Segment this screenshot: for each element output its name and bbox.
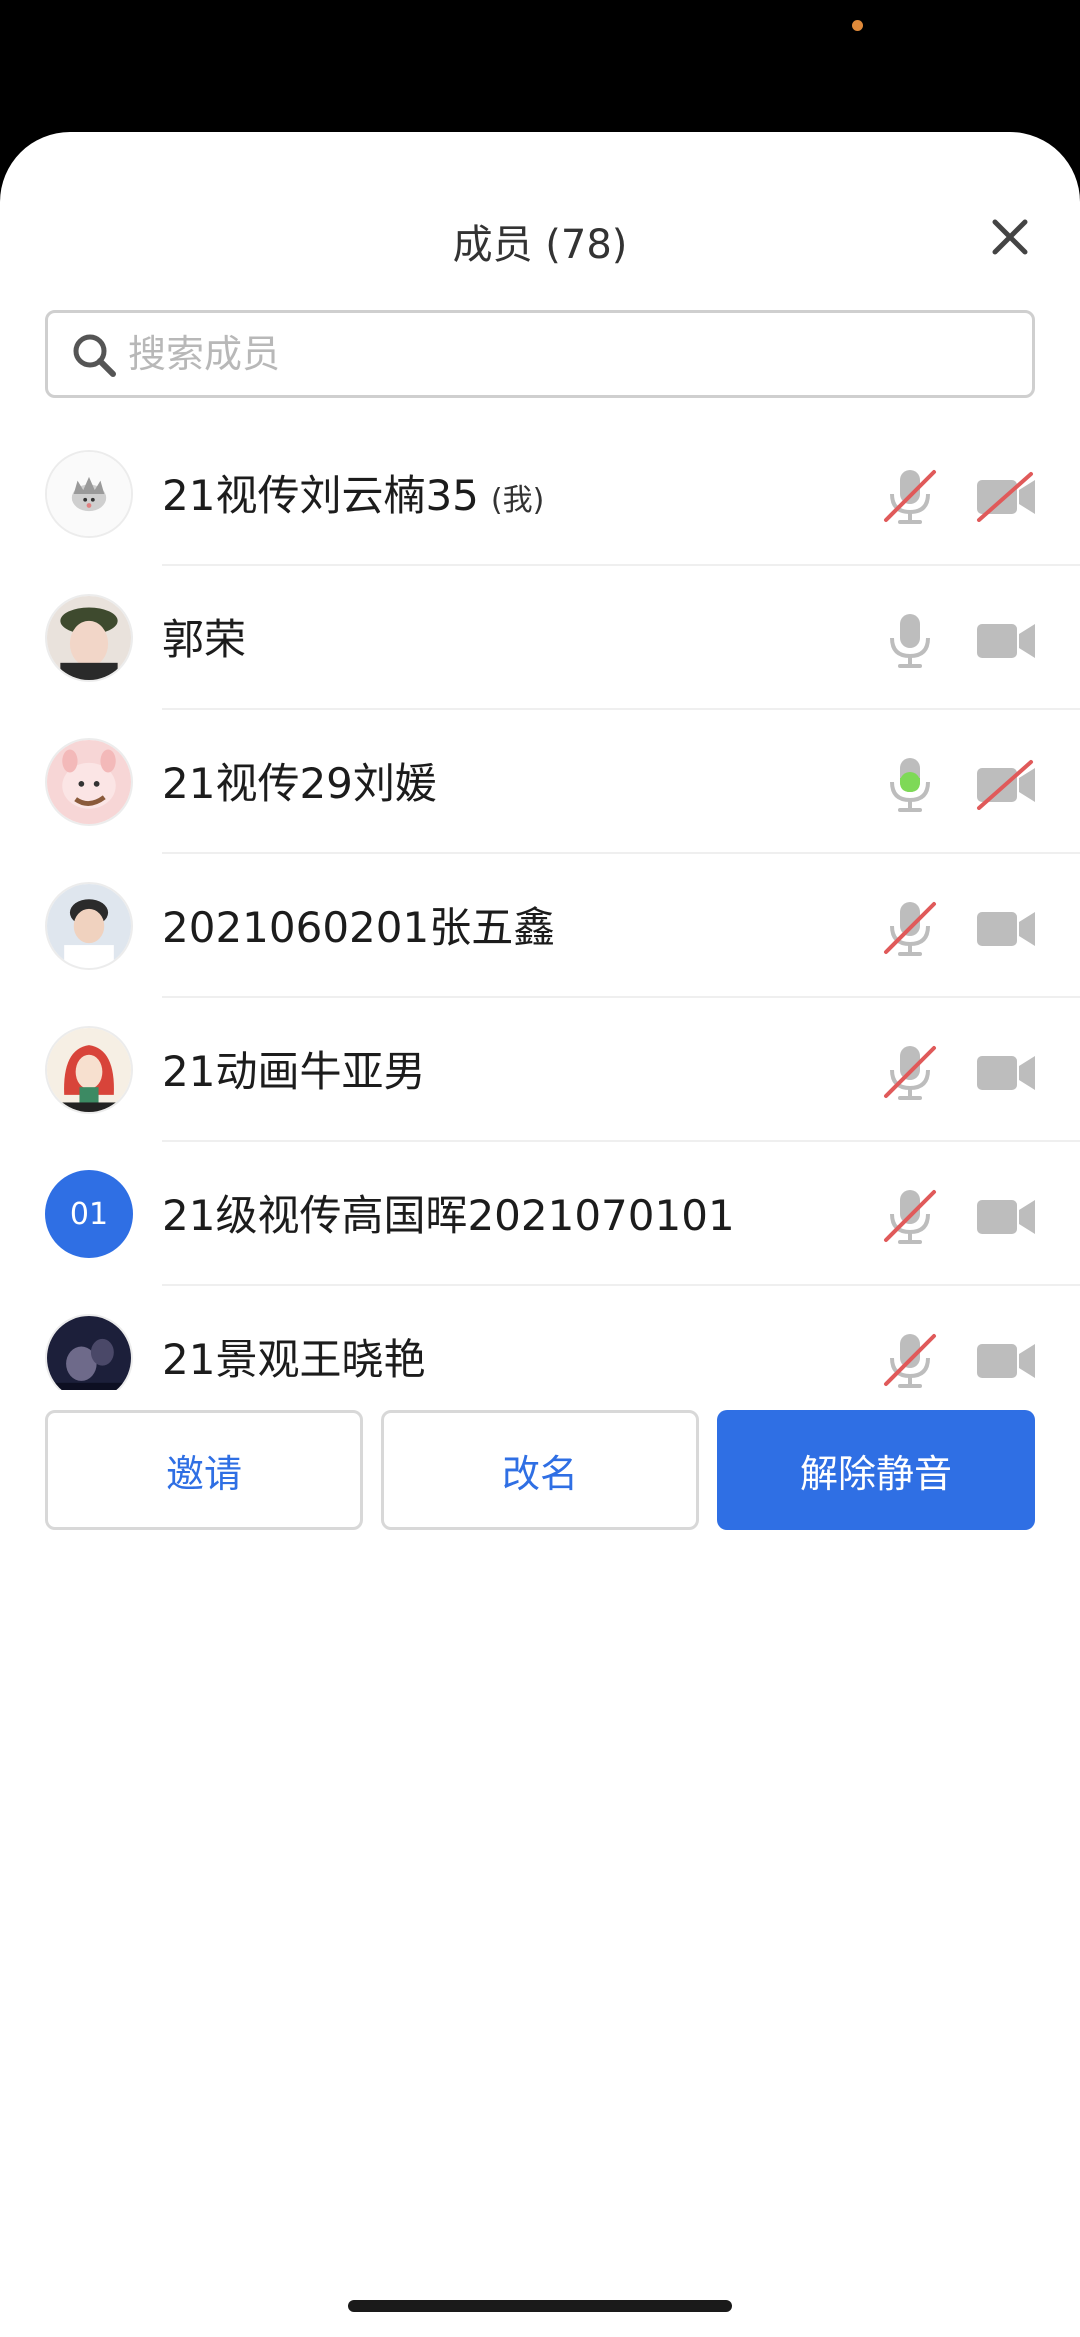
member-name-wrap: 21级视传高国晖2021070101 [162,1182,735,1243]
member-name: 2021060201张五鑫 [162,903,556,952]
member-name-wrap: 2021060201张五鑫 [162,894,555,955]
member-row[interactable]: 01 21级视传高国晖2021070101 [0,1142,1080,1286]
member-row[interactable]: 21视传刘云楠35 (我) [0,422,1080,566]
member-name: 21景观王晓艳 [162,1335,426,1384]
camera-indicator [852,20,863,31]
members-sheet: 成员 (78) 21视传刘云楠35 (我) 郭荣 21视传29刘媛 2021060201… [0,132,1080,2337]
search-box[interactable] [45,310,1035,398]
mic-muted-icon[interactable] [880,1184,940,1248]
close-icon[interactable] [985,212,1035,262]
unmute-button[interactable]: 解除静音 [717,1410,1035,1530]
sheet-header: 成员 (78) [0,132,1080,302]
invite-button[interactable]: 邀请 [45,1410,363,1530]
camera-icon[interactable] [975,1046,1039,1098]
avatar [45,450,133,538]
avatar: 01 [45,1170,133,1258]
member-name-wrap: 21视传刘云楠35 (我) [162,462,544,523]
camera-off-icon[interactable] [975,470,1039,522]
camera-icon[interactable] [975,1190,1039,1242]
mic-muted-icon[interactable] [880,464,940,528]
avatar [45,1026,133,1114]
mic-muted-icon[interactable] [880,1328,940,1392]
member-name-wrap: 21动画牛亚男 [162,1038,425,1099]
camera-icon[interactable] [975,614,1039,666]
page-title: 成员 (78) [452,222,628,268]
member-name-wrap: 21景观王晓艳 [162,1326,425,1387]
home-indicator[interactable] [348,2300,732,2312]
member-row[interactable]: 郭荣 [0,566,1080,710]
mic-icon[interactable] [880,608,940,672]
member-row[interactable]: 21视传29刘媛 [0,710,1080,854]
member-name-wrap: 郭荣 [162,606,246,667]
member-name: 21级视传高国晖2021070101 [162,1191,735,1240]
avatar-initials: 01 [69,1196,109,1232]
rename-button[interactable]: 改名 [381,1410,699,1530]
camera-off-icon[interactable] [975,758,1039,810]
member-name-wrap: 21视传29刘媛 [162,750,437,811]
status-area [0,0,1080,132]
mic-speaking-icon[interactable] [880,752,940,816]
member-name: 郭荣 [162,615,247,664]
member-row[interactable]: 21动画牛亚男 [0,998,1080,1142]
avatar [45,1314,133,1402]
action-bar: 邀请 改名 解除静音 [0,1390,1080,2337]
avatar [45,594,133,682]
self-tag: (我) [490,483,545,518]
search-icon [73,334,116,377]
avatar [45,738,133,826]
member-row[interactable]: 2021060201张五鑫 [0,854,1080,998]
member-name: 21动画牛亚男 [162,1047,426,1096]
member-name: 21视传29刘媛 [162,759,437,808]
avatar [45,882,133,970]
camera-icon[interactable] [975,1334,1039,1386]
mic-muted-icon[interactable] [880,896,940,960]
mic-muted-icon[interactable] [880,1040,940,1104]
member-name: 21视传刘云楠35 [162,471,479,520]
camera-icon[interactable] [975,902,1039,954]
search-input[interactable] [128,313,1008,395]
